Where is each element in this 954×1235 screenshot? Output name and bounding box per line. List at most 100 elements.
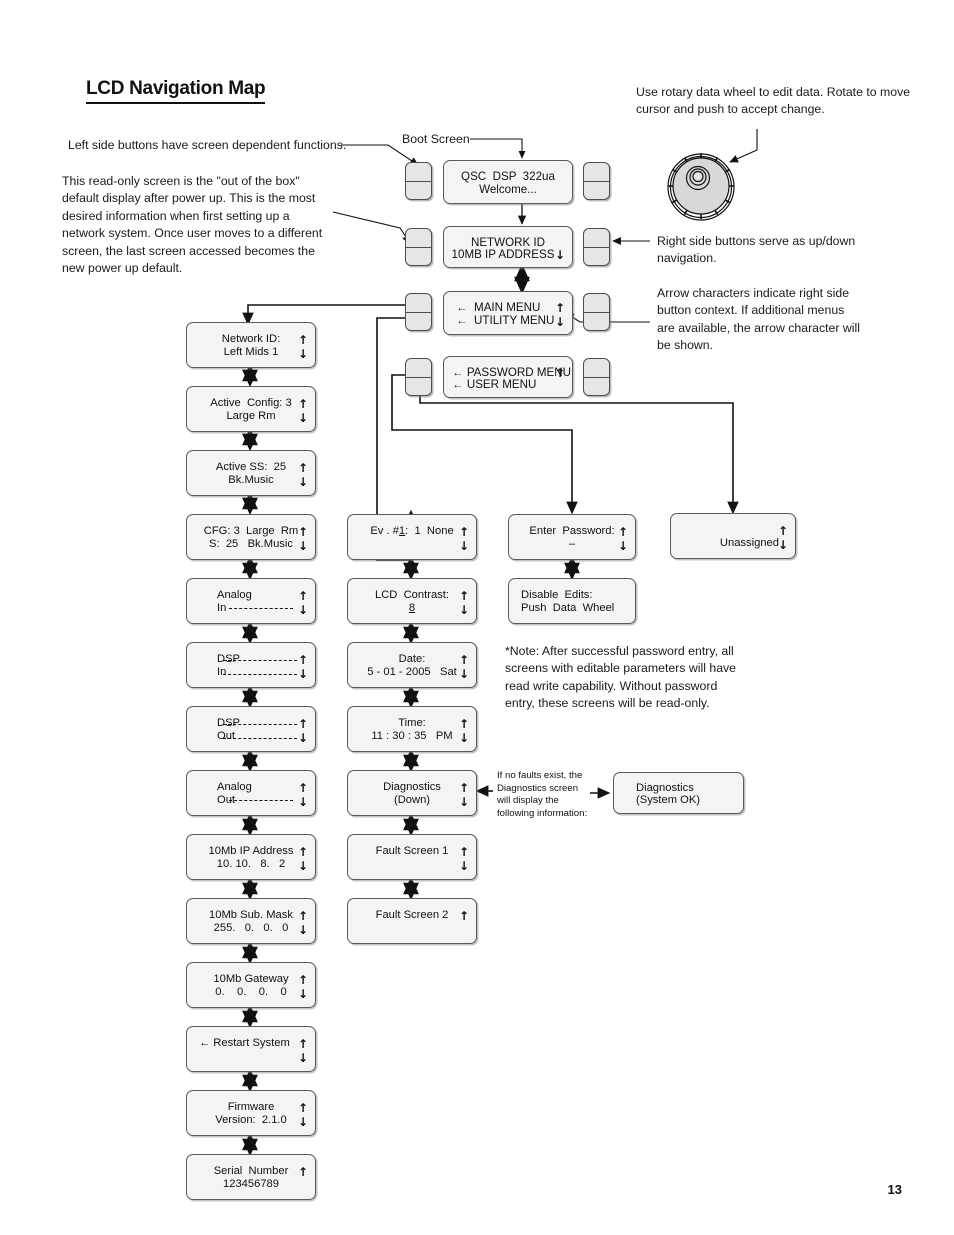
lcd-unassigned: Unassigned ↑ ↓ (670, 513, 796, 559)
lcd-restart-system: ← Restart System ↑ ↓ (186, 1026, 316, 1072)
down-arrow-icon: ↓ (297, 538, 308, 553)
lcd-dsp-in: DSP In ↑ ↓ (186, 642, 316, 688)
lcd-line-2: Large Rm (226, 409, 276, 422)
page-number: 13 (887, 1182, 902, 1197)
lcd-diagnostics: Diagnostics (Down) ↑ ↓ (347, 770, 477, 816)
lcd-line-2: Version: 2.1.0 (215, 1113, 287, 1126)
up-arrow-icon: ↑ (297, 780, 308, 795)
down-arrow-icon: ↓ (297, 666, 308, 681)
down-arrow-icon: ↓ (297, 346, 308, 361)
level-meter-dashes (223, 724, 297, 725)
lcd-line-2: 10MB IP ADDRESS (451, 247, 555, 261)
up-arrow-icon: ↑ (777, 523, 788, 538)
lcd-line-2: – (568, 537, 576, 550)
lcd-analog-in: Analog In ↑ ↓ (186, 578, 316, 624)
lcd-subnet-mask: 10Mb Sub. Mask 255. 0. 0. 0 ↑ ↓ (186, 898, 316, 944)
down-arrow-icon: ↓ (297, 602, 308, 617)
lcd-lcd-contrast: LCD Contrast: 8 ↑ ↓ (347, 578, 477, 624)
lcd-line-1: Date: (398, 652, 426, 665)
left-button-network-id[interactable] (405, 228, 432, 266)
lcd-network-id: Network ID: Left Mids 1 ↑ ↓ (186, 322, 316, 368)
lcd-active-config: Active Config: 3 Large Rm ↑ ↓ (186, 386, 316, 432)
lcd-boot-screen: QSC DSP 322ua Welcome... (443, 160, 573, 204)
lcd-line-1: Serial Number (213, 1164, 289, 1177)
down-arrow-icon: ↓ (458, 538, 469, 553)
lcd-line-2: 10. 10. 8. 2 (216, 857, 286, 870)
down-arrow-icon: ↓ (297, 1050, 308, 1065)
note-right-buttons: Right side buttons serve as up/down navi… (657, 234, 856, 266)
left-button-boot[interactable] (405, 162, 432, 200)
left-button-main-menu[interactable] (405, 293, 432, 331)
lcd-line-1: Analog (217, 780, 252, 793)
lcd-line-1: 10Mb IP Address (208, 844, 294, 857)
lcd-line-1: DSP (217, 652, 241, 665)
lcd-disable-edits: Disable Edits: Push Data Wheel (508, 578, 636, 624)
level-meter-dashes (223, 738, 297, 739)
lcd-line-2: Unassigned (719, 536, 779, 549)
lcd-line-1: Fault Screen 2 (375, 908, 449, 921)
lcd-line-2: 123456789 (223, 1177, 279, 1190)
right-button-network-id[interactable] (583, 228, 610, 266)
note-left-buttons: Left side buttons have screen dependent … (68, 138, 347, 152)
down-arrow-icon: ↓ (297, 730, 308, 745)
up-arrow-icon: ↑ (297, 716, 308, 731)
lcd-line-1: Analog (217, 588, 252, 601)
lcd-line-1: Diagnostics (636, 781, 694, 794)
right-button-boot[interactable] (583, 162, 610, 200)
note-password: *Note: After successful password entry, … (505, 644, 737, 711)
rotary-data-wheel-icon[interactable] (665, 150, 737, 222)
note-arrow-characters: Arrow characters indicate right side but… (657, 286, 860, 353)
up-arrow-icon: ↑ (297, 332, 308, 347)
lcd-line-1: Time: (398, 716, 426, 729)
lcd-network-id-menu: NETWORK ID 10MB IP ADDRESS ↓ (443, 226, 573, 268)
lcd-date: Date: 5 - 01 - 2005 Sat ↑ ↓ (347, 642, 477, 688)
note-default-screen: This read-only screen is the "out of the… (62, 174, 323, 276)
up-arrow-icon: ↑ (297, 460, 308, 475)
down-arrow-icon: ↓ (458, 602, 469, 617)
up-arrow-icon: ↑ (554, 301, 565, 316)
lcd-line-2: ← USER MENU (452, 377, 537, 391)
lcd-line-1: Active Config: 3 (210, 396, 292, 409)
up-arrow-icon: ↑ (458, 524, 469, 539)
lcd-line-1: Fault Screen 1 (375, 844, 449, 857)
up-arrow-icon: ↑ (297, 908, 308, 923)
lcd-line-2: 8 (408, 601, 416, 614)
left-button-password-menu[interactable] (405, 358, 432, 396)
lcd-cfg-ss: CFG: 3 Large Rm S: 25 Bk.Music ↑ ↓ (186, 514, 316, 560)
lcd-line-1: QSC DSP 322ua (461, 170, 555, 184)
lcd-line-2: 0. 0. 0. 0 (215, 985, 287, 998)
lcd-firmware-version: Firmware Version: 2.1.0 ↑ ↓ (186, 1090, 316, 1136)
page-title: LCD Navigation Map (86, 78, 266, 104)
lcd-line-2: 11 : 30 : 35 PM (371, 729, 453, 742)
lcd-line-2: ← UTILITY MENU (456, 313, 555, 327)
lcd-time: Time: 11 : 30 : 35 PM ↑ ↓ (347, 706, 477, 752)
lcd-line-1: 10Mb Gateway (213, 972, 289, 985)
up-arrow-icon: ↑ (617, 524, 628, 539)
lcd-line-1: ← Restart System (199, 1036, 290, 1049)
down-arrow-icon: ↓ (297, 794, 308, 809)
down-arrow-icon: ↓ (297, 986, 308, 1001)
up-arrow-icon: ↑ (297, 652, 308, 667)
up-arrow-icon: ↑ (458, 716, 469, 731)
down-arrow-icon: ↓ (297, 474, 308, 489)
lcd-line-1: Diagnostics (383, 780, 441, 793)
level-meter-dashes (223, 674, 297, 675)
lcd-line-2: (Down) (393, 793, 431, 806)
down-arrow-icon: ↓ (458, 666, 469, 681)
down-arrow-icon: ↓ (297, 858, 308, 873)
lcd-line-1: 10Mb Sub. Mask (209, 908, 293, 921)
right-button-password-menu[interactable] (583, 358, 610, 396)
lcd-event-1: Ev . #1: 1 None ↑ ↓ (347, 514, 477, 560)
level-meter-dashes (229, 800, 293, 801)
lcd-password-menu: ← PASSWORD MENU ← USER MENU ↑ (443, 356, 573, 398)
lcd-line-1: Enter Password: (529, 524, 615, 537)
right-button-main-menu[interactable] (583, 293, 610, 331)
lcd-line-1: Ev . #1: 1 None (370, 524, 454, 537)
lcd-line-2: In (217, 665, 227, 678)
lcd-line-2: Push Data Wheel (521, 601, 615, 614)
lcd-line-1: Firmware (227, 1100, 275, 1113)
down-arrow-icon: ↓ (297, 1114, 308, 1129)
level-meter-dashes (229, 608, 293, 609)
lcd-active-ss: Active SS: 25 Bk.Music ↑ ↓ (186, 450, 316, 496)
down-arrow-icon: ↓ (554, 314, 565, 329)
